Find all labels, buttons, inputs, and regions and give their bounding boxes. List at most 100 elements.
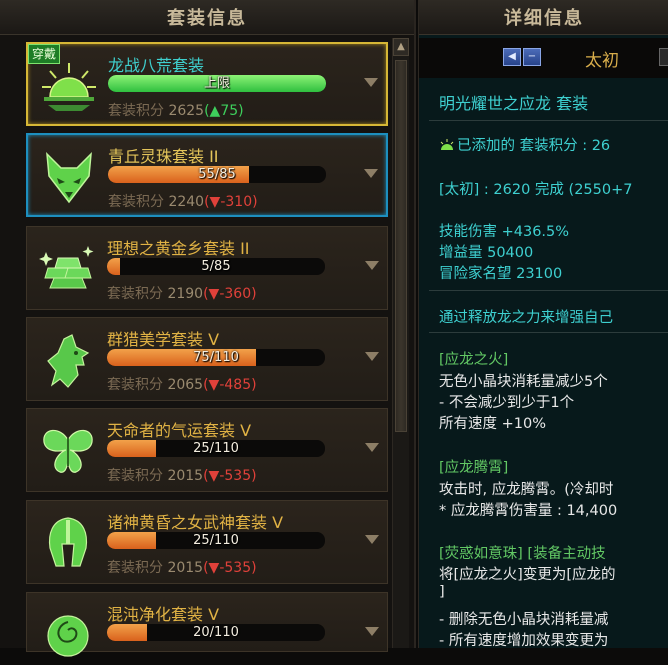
set-name: 群猎美学套装 V [107, 330, 220, 349]
set-description: 通过释放龙之力来增强自己 [439, 310, 613, 326]
pearl-effect-4: - 所有速度增加效果变更为 [439, 633, 609, 649]
set-info-title: 套装信息 [167, 8, 247, 29]
set-progress-bar: 55/85 [108, 166, 326, 183]
pearl-effect-3: - 删除无色小晶块消耗量减 [439, 612, 609, 628]
completion-line: [太初] : 2620 完成 (2550+7 [439, 182, 633, 198]
score-delta: (▼-360) [203, 286, 257, 302]
set-progress-bar: 25/110 [107, 440, 325, 457]
score-value: 2625 [168, 103, 205, 119]
detail-header: 详细信息 [419, 0, 668, 35]
set-name: 理想之黄金乡套装 II [107, 239, 250, 258]
set-score: 套装积分 2015(▼-535) [107, 557, 257, 577]
score-delta: (▼-535) [203, 468, 257, 484]
set-list-scrollbar[interactable]: ▲ [392, 38, 409, 648]
pearl-effect-2: ] [439, 584, 445, 600]
expand-arrow-icon[interactable] [365, 261, 379, 270]
set-card-valkyrie[interactable]: 诸神黄昏之女武神套装 V 25/110 套装积分 2015(▼-535) [26, 500, 388, 584]
set-progress-bar: 上限 [108, 75, 326, 92]
set-score: 套装积分 2065(▼-485) [107, 374, 257, 394]
tier-prev-button[interactable]: ◀ [503, 48, 521, 66]
expand-arrow-icon[interactable] [365, 443, 379, 452]
set-card-eldorado[interactable]: 理想之黄金乡套装 II 5/85 套装积分 2190(▼-360) [26, 226, 388, 310]
progress-text: 25/110 [193, 441, 239, 456]
butterfly-icon [37, 421, 99, 481]
fire-effect-2: - 不会减少到少于1个 [439, 395, 575, 411]
wolf-icon [37, 330, 99, 390]
progress-text: 75/110 [193, 350, 239, 365]
score-label: 套装积分 [108, 103, 164, 119]
set-score: 套装积分 2240(▼-310) [108, 191, 258, 211]
set-card-destiny[interactable]: 天命者的气运套装 V 25/110 套装积分 2015(▼-535) [26, 408, 388, 492]
expand-arrow-icon[interactable] [364, 169, 378, 178]
progress-text: 25/110 [193, 533, 239, 548]
soar-title: [应龙腾霄] [439, 460, 509, 476]
set-score: 套装积分 2015(▼-535) [107, 465, 257, 485]
soar-effect-2: * 应龙腾霄伤害量 : 14,400 [439, 503, 618, 519]
score-value: 2015 [167, 560, 204, 576]
fox-icon [38, 147, 100, 207]
score-label: 套装积分 [107, 468, 163, 484]
progress-text: 20/110 [193, 625, 239, 640]
fire-effect-1: 无色小晶块消耗量减少5个 [439, 374, 608, 390]
expand-arrow-icon[interactable] [365, 627, 379, 636]
set-name: 诸神黄昏之女武神套装 V [107, 513, 284, 532]
score-label: 套装积分 [108, 194, 164, 210]
divider [429, 120, 668, 121]
expand-arrow-icon[interactable] [365, 535, 379, 544]
score-delta: (▼-485) [203, 377, 257, 393]
tier-selector: ◀ − 太初 [419, 38, 668, 78]
added-score-text: 已添加的 套装积分 : 26 [457, 138, 611, 154]
score-delta: (▲75) [204, 103, 244, 119]
detail-title: 详细信息 [504, 8, 584, 29]
set-name: 混沌净化套装 V [107, 605, 220, 624]
gain-line: 增益量 50400 [439, 245, 534, 261]
set-card-chaos[interactable]: 混沌净化套装 V 20/110 [26, 592, 388, 657]
tier-next-button[interactable] [659, 48, 668, 66]
divider [429, 332, 668, 333]
rising-sun-icon [38, 56, 100, 116]
score-label: 套装积分 [107, 286, 163, 302]
set-name: 青丘灵珠套装 II [108, 147, 219, 166]
expand-arrow-icon[interactable] [365, 352, 379, 361]
tier-label: 太初 [585, 51, 619, 71]
score-value: 2065 [167, 377, 204, 393]
scroll-up-icon[interactable]: ▲ [393, 38, 409, 56]
fire-title: [应龙之火] [439, 352, 509, 368]
sun-bullet-icon [440, 139, 454, 150]
score-delta: (▼-310) [204, 194, 258, 210]
score-value: 2015 [167, 468, 204, 484]
set-progress-bar: 75/110 [107, 349, 325, 366]
score-delta: (▼-535) [203, 560, 257, 576]
gold-bars-icon [37, 239, 99, 299]
pearl-effect-1: 将[应龙之火]变更为[应龙的 [439, 567, 616, 583]
set-title: 明光耀世之应龙 套装 [439, 94, 589, 113]
set-score: 套装积分 2190(▼-360) [107, 283, 257, 303]
score-label: 套装积分 [107, 377, 163, 393]
pearl-title: [荧惑如意珠] [装备主动技 [439, 546, 606, 562]
divider [429, 290, 668, 291]
set-info-panel: 套装信息 穿戴 龙战八荒套装 上限 套装积分 2625(▲75) 青丘灵珠套装 … [0, 0, 416, 657]
valkyrie-helmet-icon [37, 513, 99, 573]
set-card-hunter[interactable]: 群猎美学套装 V 75/110 套装积分 2065(▼-485) [26, 317, 388, 401]
set-name: 龙战八荒套装 [108, 56, 205, 75]
fame-line: 冒险家名望 23100 [439, 266, 563, 282]
soar-effect-1: 攻击时, 应龙腾霄。(冷却时 [439, 482, 614, 498]
progress-text: 5/85 [201, 259, 231, 274]
progress-text: 55/85 [198, 167, 236, 182]
score-label: 套装积分 [107, 560, 163, 576]
set-progress-bar: 25/110 [107, 532, 325, 549]
score-value: 2190 [167, 286, 204, 302]
set-info-header: 套装信息 [0, 0, 414, 35]
set-progress-bar: 5/85 [107, 258, 325, 275]
set-name: 天命者的气运套装 V [107, 421, 252, 440]
tier-minus-button[interactable]: − [523, 48, 541, 66]
set-card-qingqiu[interactable]: 青丘灵珠套装 II 55/85 套装积分 2240(▼-310) [26, 133, 388, 217]
progress-text: 上限 [203, 76, 230, 91]
detail-panel: 详细信息 ◀ − 太初 明光耀世之应龙 套装 已添加的 套装积分 : 26 [太… [418, 0, 668, 649]
fire-effect-3: 所有速度 +10% [439, 416, 546, 432]
skill-damage-line: 技能伤害 +436.5% [439, 224, 570, 240]
set-card-longzhan[interactable]: 穿戴 龙战八荒套装 上限 套装积分 2625(▲75) [26, 42, 388, 126]
scroll-thumb[interactable] [395, 60, 407, 432]
expand-arrow-icon[interactable] [364, 78, 378, 87]
set-score: 套装积分 2625(▲75) [108, 100, 244, 120]
